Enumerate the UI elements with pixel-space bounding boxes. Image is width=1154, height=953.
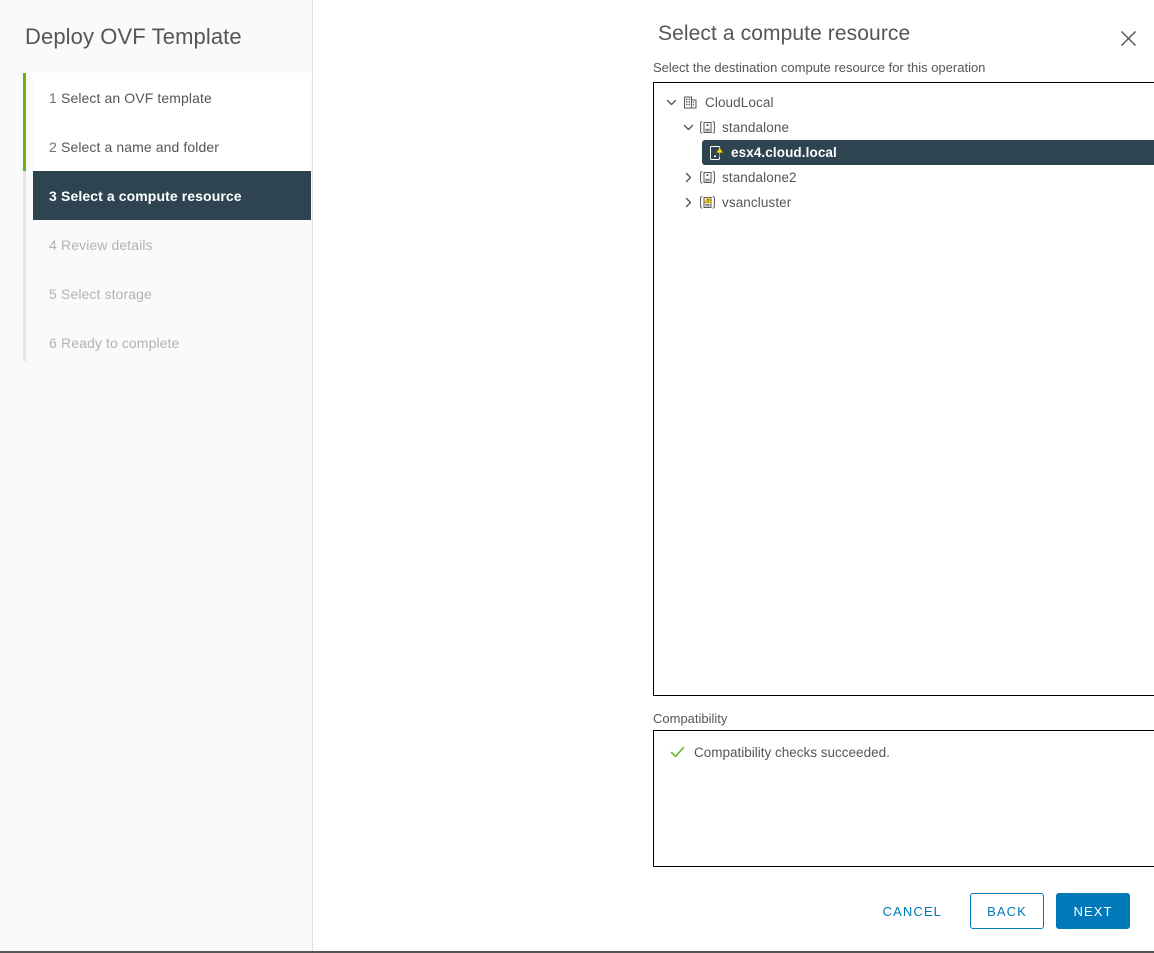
tree-node-label: vsancluster — [722, 195, 792, 210]
deploy-ovf-template-wizard: Deploy OVF Template 1 Select an OVF temp… — [0, 0, 1154, 953]
wizard-title: Deploy OVF Template — [25, 24, 242, 49]
wizard-footer: CANCEL BACK NEXT — [867, 893, 1130, 929]
compatibility-panel: Compatibility checks succeeded. — [653, 730, 1154, 867]
datacenter-icon — [680, 95, 700, 110]
tree-row-selected[interactable]: esx4.cloud.local — [702, 140, 1154, 165]
sidebar-step-3-label: Select a compute resource — [61, 187, 242, 204]
back-button[interactable]: BACK — [970, 893, 1044, 929]
sidebar-step-6: 6 Ready to complete — [33, 318, 311, 367]
cluster-warning-icon — [697, 195, 717, 210]
tree-row[interactable]: standalone2 — [654, 165, 1154, 190]
cancel-button[interactable]: CANCEL — [867, 893, 958, 929]
compatibility-message: Compatibility checks succeeded. — [694, 745, 890, 760]
sidebar-step-4-number: 4 — [49, 236, 57, 253]
chevron-down-icon[interactable] — [662, 97, 680, 108]
tree-row[interactable]: vsancluster — [654, 190, 1154, 215]
host-icon — [706, 145, 726, 161]
tree-node-label: standalone2 — [722, 170, 797, 185]
sidebar-step-2-number: 2 — [49, 138, 57, 155]
check-icon — [668, 745, 686, 760]
sidebar-step-4-label: Review details — [61, 236, 153, 253]
sidebar-step-1-number: 1 — [49, 89, 57, 106]
cluster-icon — [697, 170, 717, 185]
sidebar-step-2-label: Select a name and folder — [61, 138, 220, 155]
sidebar-step-6-number: 6 — [49, 334, 57, 351]
chevron-right-icon[interactable] — [679, 197, 697, 208]
close-icon[interactable] — [1112, 22, 1144, 54]
page-title: Select a compute resource — [658, 22, 911, 45]
cluster-icon — [697, 120, 717, 135]
tree-node-label: CloudLocal — [705, 95, 774, 110]
sidebar-step-5-label: Select storage — [61, 285, 152, 302]
compatibility-status: Compatibility checks succeeded. — [654, 731, 1154, 760]
tree-row[interactable]: standalone — [654, 115, 1154, 140]
chevron-down-icon[interactable] — [679, 122, 697, 133]
sidebar-step-3[interactable]: 3 Select a compute resource — [33, 171, 311, 220]
compute-resource-tree[interactable]: CloudLocal standalone esx4.cloud.local s… — [653, 82, 1154, 696]
chevron-right-icon[interactable] — [679, 172, 697, 183]
sidebar-step-1[interactable]: 1 Select an OVF template — [33, 73, 311, 122]
sidebar-step-6-label: Ready to complete — [61, 334, 180, 351]
tree-node-label: esx4.cloud.local — [731, 145, 837, 160]
wizard-sidebar: Deploy OVF Template 1 Select an OVF temp… — [0, 0, 313, 951]
tree-node-label: standalone — [722, 120, 790, 135]
step-rail-completed — [23, 73, 26, 171]
wizard-step-list: 1 Select an OVF template 2 Select a name… — [0, 73, 312, 367]
sidebar-step-2[interactable]: 2 Select a name and folder — [33, 122, 311, 171]
page-subtitle: Select the destination compute resource … — [653, 60, 986, 75]
sidebar-step-3-number: 3 — [49, 187, 57, 204]
sidebar-step-5-number: 5 — [49, 285, 57, 302]
tree-row[interactable]: CloudLocal — [654, 90, 1154, 115]
compatibility-label: Compatibility — [653, 711, 728, 726]
next-button[interactable]: NEXT — [1056, 893, 1130, 929]
sidebar-step-4: 4 Review details — [33, 220, 311, 269]
sidebar-step-5: 5 Select storage — [33, 269, 311, 318]
sidebar-step-1-label: Select an OVF template — [61, 89, 212, 106]
wizard-main-pane: Select a compute resource Select the des… — [313, 0, 1154, 951]
